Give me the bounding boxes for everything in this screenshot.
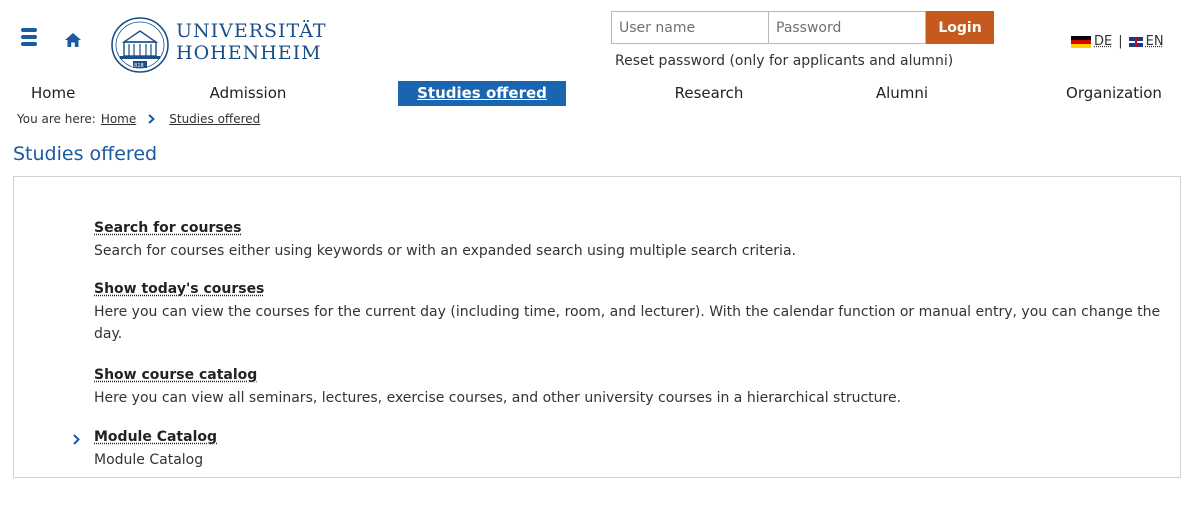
list-item: Show course catalog Here you can view al…	[94, 364, 1164, 409]
language-separator: |	[1118, 34, 1123, 49]
german-flag-icon	[1071, 35, 1091, 48]
list-item: Search for courses Search for courses ei…	[94, 217, 1164, 262]
logo-line-1: UNIVERSITÄT	[176, 20, 327, 42]
nav-item-alumni[interactable]: Alumni	[871, 81, 933, 106]
logo-wordmark[interactable]: UNIVERSITÄT HOHENHEIM	[176, 20, 327, 64]
language-de-link[interactable]: DE	[1094, 34, 1112, 49]
reset-password-link[interactable]: Reset password (only for applicants and …	[615, 53, 953, 69]
home-icon[interactable]	[65, 33, 81, 47]
search-for-courses-link[interactable]: Search for courses	[94, 220, 242, 236]
breadcrumb-home-link[interactable]: Home	[101, 112, 136, 126]
chevron-right-icon[interactable]	[73, 434, 80, 445]
list-item: Module Catalog Module Catalog	[94, 426, 1164, 471]
content-box: Search for courses Search for courses ei…	[13, 176, 1181, 478]
list-item: Show today's courses Here you can view t…	[94, 278, 1164, 345]
language-en-link[interactable]: EN	[1146, 34, 1164, 49]
page: 1818 UNIVERSITÄT HOHENHEIM Login Reset p…	[0, 0, 1182, 527]
uk-flag-icon	[1128, 36, 1143, 47]
module-catalog-link[interactable]: Module Catalog	[94, 429, 217, 445]
entry-description: Here you can view the courses for the cu…	[94, 304, 1161, 342]
show-course-catalog-link[interactable]: Show course catalog	[94, 367, 257, 383]
entry-description: Here you can view all seminars, lectures…	[94, 390, 902, 406]
breadcrumb-prefix: You are here:	[17, 112, 96, 126]
username-input[interactable]	[611, 11, 769, 44]
language-switch: DE | EN	[1071, 34, 1164, 49]
chevron-right-icon	[148, 114, 156, 124]
login-button[interactable]: Login	[926, 11, 994, 44]
nav-item-organization[interactable]: Organization	[1062, 81, 1166, 106]
breadcrumb: You are here: Home Studies offered	[17, 112, 260, 126]
header: 1818 UNIVERSITÄT HOHENHEIM Login Reset p…	[0, 0, 1182, 80]
logo-year: 1818	[131, 63, 144, 69]
entry-description: Search for courses either using keywords…	[94, 243, 796, 259]
nav-item-home[interactable]: Home	[31, 81, 75, 106]
logo-line-2: HOHENHEIM	[176, 42, 322, 64]
password-input[interactable]	[768, 11, 926, 44]
show-todays-courses-link[interactable]: Show today's courses	[94, 281, 264, 297]
breadcrumb-current-link[interactable]: Studies offered	[169, 112, 260, 126]
hamburger-icon[interactable]	[21, 28, 37, 46]
nav-item-research[interactable]: Research	[670, 81, 748, 106]
entry-description: Module Catalog	[94, 452, 204, 468]
nav-item-studies-offered[interactable]: Studies offered	[398, 81, 566, 106]
nav-item-admission[interactable]: Admission	[205, 81, 291, 106]
main-nav: Home Admission Studies offered Research …	[0, 81, 1182, 107]
page-title: Studies offered	[13, 143, 158, 165]
